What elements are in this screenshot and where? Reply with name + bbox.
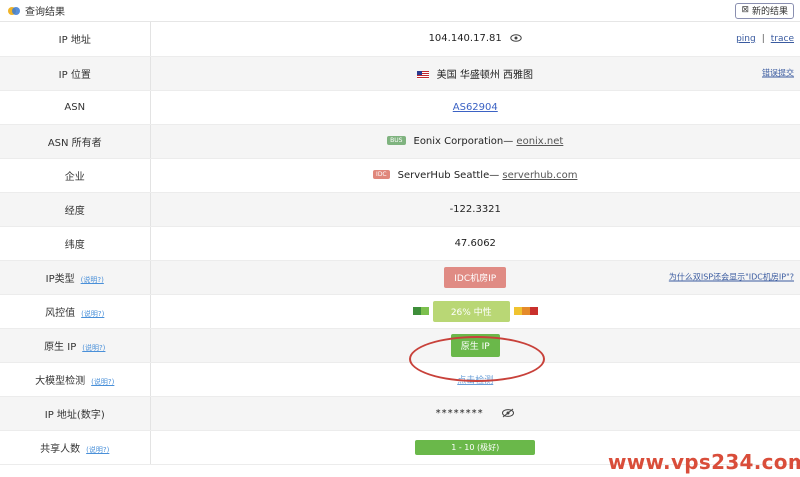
table-row: 大模型检测 (说明?) 点击检测 <box>0 362 800 397</box>
risk-segment-yellow <box>513 307 522 315</box>
row-label: 风控值 <box>45 307 76 319</box>
row-label: IP类型 <box>45 273 75 285</box>
help-link[interactable]: (说明?) <box>82 344 105 352</box>
company-domain-link[interactable]: serverhub.com <box>502 170 577 181</box>
row-label: 经度 <box>0 192 151 227</box>
native-ip-badge: 原生 IP <box>450 333 500 357</box>
row-label: ASN <box>0 90 151 125</box>
table-row: 风控值 (说明?) 26% 中性 <box>0 294 800 329</box>
table-row: IP 地址(数字) ******** <box>0 396 800 431</box>
table-row: 原生 IP (说明?) 原生 IP <box>0 328 800 363</box>
row-label: 纬度 <box>0 226 151 261</box>
asn-owner-domain-link[interactable]: eonix.net <box>516 136 563 147</box>
results-header: 查询结果 ⊠ 新的结果 <box>0 0 800 22</box>
risk-segment-orange <box>521 307 530 315</box>
help-link[interactable]: (说明?) <box>86 446 109 454</box>
latitude-value: 47.6062 <box>150 226 800 261</box>
eye-icon[interactable] <box>510 34 522 42</box>
row-label: 原生 IP <box>44 341 77 353</box>
help-link[interactable]: (说明?) <box>91 378 114 386</box>
eye-off-icon[interactable] <box>501 408 515 418</box>
table-row: IP类型 (说明?) IDC机房IP 为什么双ISP还会显示"IDC机房IP"? <box>0 260 800 295</box>
help-link[interactable]: (说明?) <box>81 276 104 284</box>
row-label: 大模型检测 <box>35 375 86 387</box>
ip-type-badge: IDC机房IP <box>444 266 507 288</box>
table-row: IP 地址 104.140.17.81 ping | trace <box>0 22 800 57</box>
risk-score-value: 26% 中性 <box>432 300 510 322</box>
idc-tag: IDC <box>373 170 390 179</box>
table-row: 纬度 47.6062 <box>0 226 800 261</box>
ip-info-table: IP 地址 104.140.17.81 ping | trace IP 位置 美国 … <box>0 22 800 465</box>
row-label: IP 地址 <box>0 22 151 57</box>
table-row: ASN 所有者 BUS Eonix Corporation— eonix.net <box>0 124 800 159</box>
risk-score-bar: 26% 中性 <box>412 300 538 322</box>
share-count-badge: 1 - 10 (极好) <box>415 439 536 455</box>
ip-address-value: 104.140.17.81 <box>428 33 502 45</box>
us-flag-icon <box>417 70 430 79</box>
asn-link[interactable]: AS62904 <box>453 102 498 113</box>
ping-link[interactable]: ping <box>736 34 756 44</box>
row-label: 企业 <box>0 158 151 193</box>
table-row: IP 位置 美国 华盛顿州 西雅图 错误提交 <box>0 56 800 91</box>
company-name: ServerHub Seattle— <box>397 169 500 181</box>
row-label: ASN 所有者 <box>0 124 151 159</box>
ip-numeric-value: ******** <box>435 407 484 419</box>
new-query-button[interactable]: ⊠ 新的结果 <box>735 2 794 19</box>
table-row: 经度 -122.3321 <box>0 192 800 227</box>
longitude-value: -122.3321 <box>150 192 800 227</box>
help-link[interactable]: (说明?) <box>81 310 104 318</box>
risk-segment-dark-green <box>412 307 421 315</box>
why-idc-link[interactable]: 为什么双ISP还会显示"IDC机房IP"? <box>669 272 794 283</box>
report-error-link[interactable]: 错误提交 <box>762 68 794 79</box>
table-row: 企业 IDC ServerHub Seattle— serverhub.com <box>0 158 800 193</box>
app-logo-icon <box>8 6 20 16</box>
bus-tag: BUS <box>387 136 406 145</box>
ip-location-value: 美国 华盛顿州 西雅图 <box>436 69 534 81</box>
trace-link[interactable]: trace <box>771 34 794 44</box>
new-query-label: 新的结果 <box>751 7 788 17</box>
llm-check-link[interactable]: 点击检测 <box>457 376 493 386</box>
row-label: IP 地址(数字) <box>0 396 151 431</box>
header-title: 查询结果 <box>25 7 65 18</box>
close-icon: ⊠ <box>741 5 749 15</box>
row-label: 共享人数 <box>40 443 81 455</box>
row-label: IP 位置 <box>0 56 151 91</box>
table-row: ASN AS62904 <box>0 90 800 125</box>
risk-segment-green <box>420 307 429 315</box>
risk-segment-red <box>529 307 538 315</box>
watermark: www.vps234.com <box>608 450 800 474</box>
asn-owner-name: Eonix Corporation— <box>413 135 514 147</box>
